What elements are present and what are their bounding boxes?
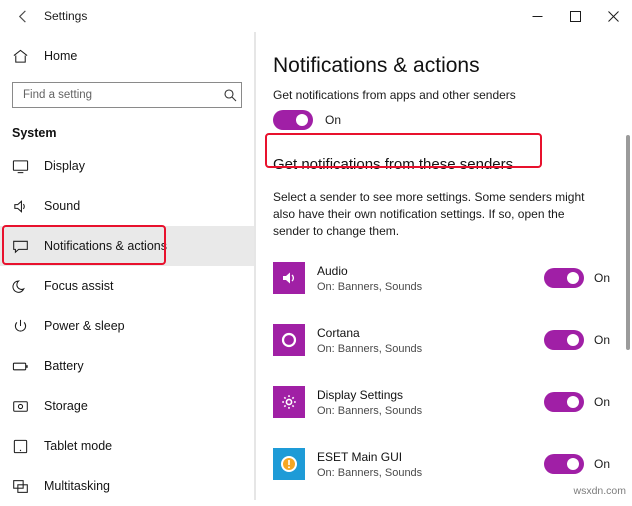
search-icon[interactable] [223,88,237,102]
senders-section-title: Get notifications from these senders [273,156,514,173]
list-item[interactable]: ESET Main GUI On: Banners, Sounds On [273,442,624,486]
speaker-icon [12,198,38,215]
senders-description: Select a sender to see more settings. So… [273,190,585,238]
search-box[interactable] [12,82,242,108]
sidebar-item-display[interactable]: Display [0,146,254,186]
main-pane: Notifications & actions Get notification… [255,32,632,500]
sender-status: On: Banners, Sounds [317,280,423,293]
sender-toggle-container: On [544,330,624,350]
sidebar-item-power-and-sleep-label: Power & sleep [44,319,125,333]
senders-list: Audio On: Banners, Sounds On Cortana On: [273,256,624,486]
power-icon [12,318,38,335]
sender-status: On: Banners, Sounds [317,342,423,355]
sidebar-item-multitasking-label: Multitasking [44,479,110,493]
home-icon [12,48,38,65]
list-item[interactable]: Cortana On: Banners, Sounds On [273,318,624,362]
minimize-icon[interactable] [518,0,556,32]
toggle-knob [567,272,579,284]
cortana-icon [273,324,305,356]
sender-toggle-state: On [594,395,611,409]
chat-icon [12,238,38,255]
master-toggle-state: On [325,113,342,127]
sender-status: On: Banners, Sounds [317,404,423,417]
main-scrollbar[interactable] [624,32,632,500]
sidebar-item-storage[interactable]: Storage [0,386,254,426]
toggle-knob [567,458,579,470]
sender-toggle[interactable] [544,454,584,474]
title-bar-left: Settings [0,0,255,32]
sidebar-item-notifications-label: Notifications & actions [44,239,167,253]
watermark: wsxdn.com [573,485,626,497]
sender-text: Cortana On: Banners, Sounds [317,326,544,355]
back-arrow-icon[interactable] [10,3,36,29]
sender-toggle-state: On [594,457,611,471]
sidebar-item-multitasking[interactable]: Multitasking [0,466,254,506]
sidebar-item-sound[interactable]: Sound [0,186,254,226]
toggle-knob [296,114,308,126]
sender-toggle[interactable] [544,392,584,412]
title-bar: Settings [0,0,632,32]
sidebar-item-power-and-sleep[interactable]: Power & sleep [0,306,254,346]
sender-toggle-container: On [544,454,624,474]
disk-icon [12,398,38,415]
sidebar-item-notifications-and-actions[interactable]: Notifications & actions [0,226,254,266]
sender-toggle-state: On [594,271,611,285]
master-notifications-toggle[interactable] [273,110,313,130]
monitor-icon [12,158,38,175]
sender-text: Audio On: Banners, Sounds [317,264,544,293]
sender-name: ESET Main GUI [317,449,403,464]
sidebar-item-focus-assist-label: Focus assist [44,279,114,293]
sender-toggle-container: On [544,268,624,288]
moon-icon [12,278,38,295]
sidebar-item-battery[interactable]: Battery [0,346,254,386]
sender-toggle-container: On [544,392,624,412]
sidebar-item-tablet-mode-label: Tablet mode [44,439,113,453]
settings-window: Settings Home Find a setting System Disp… [0,0,632,500]
windows-icon [12,478,38,495]
search-container [0,76,254,118]
window-title: Settings [44,9,88,23]
list-item[interactable]: Display Settings On: Banners, Sounds On [273,380,624,424]
audio-icon [273,262,305,294]
sender-name: Audio [317,263,348,278]
window-body: Home System Display [0,32,632,500]
master-toggle-row: On [273,110,624,130]
list-item[interactable]: Audio On: Banners, Sounds On [273,256,624,300]
sidebar-item-home[interactable]: Home [0,36,254,76]
sidebar-item-battery-label: Battery [44,359,84,373]
toggle-knob [567,396,579,408]
sender-name: Cortana [317,325,360,340]
sidebar-item-storage-label: Storage [44,399,88,413]
gear-icon [273,386,305,418]
search-input[interactable] [21,88,223,102]
sender-text: Display Settings On: Banners, Sounds [317,388,544,417]
page-title: Notifications & actions [273,54,480,77]
tablet-icon [12,438,38,455]
sender-toggle[interactable] [544,330,584,350]
clipped-setting-label: Get notifications from apps and other se… [273,88,516,102]
sidebar-item-tablet-mode[interactable]: Tablet mode [0,426,254,466]
sidebar-section-title: System [12,126,57,140]
pane-divider [255,32,256,500]
sidebar-item-sound-label: Sound [44,199,81,213]
sidebar-item-display-label: Display [44,159,85,173]
caption-buttons [518,0,632,32]
scrollbar-thumb[interactable] [626,134,630,351]
sidebar-item-home-label: Home [44,49,78,63]
sender-text: ESET Main GUI On: Banners, Sounds [317,450,544,479]
close-icon[interactable] [594,0,632,32]
eset-icon [273,448,305,480]
sidebar: Home System Display [0,32,255,500]
battery-icon [12,358,38,375]
sender-toggle-state: On [594,333,611,347]
maximize-icon[interactable] [556,0,594,32]
sidebar-item-focus-assist[interactable]: Focus assist [0,266,254,306]
sender-toggle[interactable] [544,268,584,288]
sender-status: On: Banners, Sounds [317,466,423,479]
toggle-knob [567,334,579,346]
sender-name: Display Settings [317,387,404,402]
